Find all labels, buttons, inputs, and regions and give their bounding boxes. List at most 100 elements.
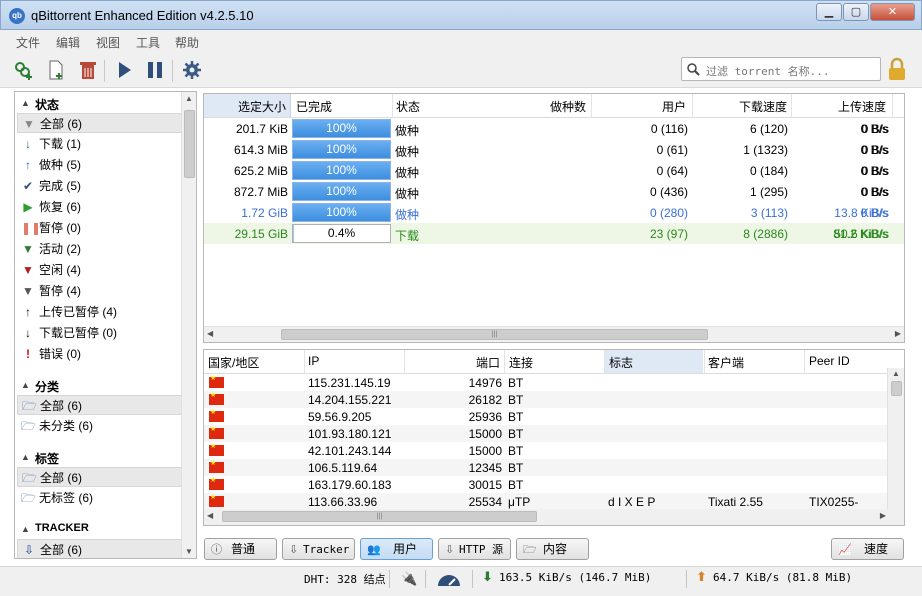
scroll-thumb[interactable] [184,110,195,178]
peers-hscrollbar[interactable]: ◀ ||| ▶ [204,509,904,525]
scroll-thumb[interactable] [891,381,902,396]
close-button[interactable]: ✕ [870,3,915,21]
status-item-all[interactable]: ▼ 全部 (6) [17,113,183,133]
peer-row[interactable]: 14.204.155.221 26182 BT [204,391,887,408]
peer-row[interactable]: 59.56.9.205 25936 BT [204,408,887,425]
menu-tools[interactable]: 工具 [136,34,160,51]
pause-icon[interactable] [143,58,167,82]
status-item-downloading[interactable]: ↓ 下载 (1) [17,134,183,154]
peer-row[interactable]: 106.5.119.64 12345 BT [204,459,887,476]
col-header-state[interactable]: 状态 [396,98,420,115]
col-header-client[interactable]: 客户端 [708,354,744,371]
connection-status-icon[interactable]: 🔌 [401,571,417,587]
tag-item-all[interactable]: 🗁 全部 (6) [17,467,183,487]
filter-sidebar: ▲ 状态 ▼ 全部 (6) ↓ 下载 (1) ↑ 做种 (5) ✔ 完成 (5) ▶ 恢复… [14,91,197,559]
delete-icon[interactable] [76,58,100,82]
tab-general[interactable]: ⓘ 普通 [204,538,277,560]
peer-row[interactable]: 42.101.243.144 15000 BT [204,442,887,459]
col-header-ul-speed[interactable]: 上传速度 [838,98,886,115]
scroll-up-icon[interactable]: ▲ [185,94,193,103]
sidebar-scrollbar[interactable]: ▲ ▼ [181,92,196,558]
col-header-progress[interactable]: 已完成 [296,98,332,115]
status-item-errored[interactable]: ! 错误 (0) [17,344,183,364]
peer-row[interactable]: 115.231.145.19 14976 BT [204,374,887,391]
folder-icon: 🗁 [22,399,37,413]
torrent-row[interactable]: 625.2 MiB 做种 0 (64) 0 (184) 0 B/s 0 B/s 100% [204,160,904,181]
peer-connection: BT [508,393,524,407]
menu-help[interactable]: 帮助 [175,34,199,51]
peer-id: TIX0255- [809,495,859,509]
col-header-seeds[interactable]: 做种数 [550,98,586,115]
collapse-tags-icon[interactable]: ▲ [21,452,30,462]
status-item-inactive[interactable]: ▼ 空闲 (4) [17,260,183,280]
download-rate[interactable]: 163.5 KiB/s (146.7 MiB) [499,571,651,584]
menu-file[interactable]: 文件 [16,34,40,51]
settings-gear-icon[interactable] [180,58,204,82]
col-header-peer-id[interactable]: Peer ID [809,354,850,368]
peer-row[interactable]: 163.179.60.183 30015 BT [204,476,887,493]
search-input[interactable]: 过滤 torrent 名称... [706,63,829,79]
peer-row[interactable]: 113.66.33.96 25534 μTP d I X E P Tixati 2.55… [204,493,887,510]
status-item-seeding[interactable]: ↑ 做种 (5) [17,155,183,175]
scroll-thumb[interactable]: ||| [281,329,708,340]
torrent-row[interactable]: 872.7 MiB 做种 0 (436) 1 (295) 0 B/s 0 B/s 100% [204,181,904,202]
col-header-flags[interactable]: 标志 [609,354,633,371]
category-item-uncategorized[interactable]: 🗁 未分类 (6) [17,416,183,436]
torrent-row[interactable]: 614.3 MiB 做种 0 (61) 1 (1323) 0 B/s 0 B/s 100% [204,139,904,160]
arrow-down-icon: ↓ [25,326,31,340]
col-header-ip[interactable]: IP [308,354,319,368]
col-header-connection[interactable]: 连接 [509,354,533,371]
torrent-row[interactable]: 1.72 GiB 做种 0 (280) 3 (113) 0 B/s 13.8 KiB/s 1… [204,202,904,223]
status-item-active[interactable]: ▼ 活动 (2) [17,239,183,259]
torrent-row[interactable]: 201.7 KiB 做种 0 (116) 6 (120) 0 B/s 0 B/s 100% [204,118,904,139]
peers-vscrollbar[interactable]: ▲ [887,368,904,509]
scroll-thumb[interactable]: ||| [222,511,537,522]
maximize-button[interactable]: ▢ [843,3,869,21]
col-header-size[interactable]: 选定大小 [238,98,286,115]
status-item-stalled-uploading[interactable]: ↑ 上传已暂停 (4) [17,302,183,322]
scroll-up-icon[interactable]: ▲ [892,369,900,378]
status-item-stalled[interactable]: ▼ 暂停 (4) [17,281,183,301]
search-box[interactable]: 过滤 torrent 名称... [681,57,881,81]
lock-icon[interactable] [886,57,908,81]
alt-speed-limit-icon[interactable] [436,572,462,587]
tab-http-sources[interactable]: ⇩ HTTP 源 [438,538,511,560]
tab-trackers[interactable]: ⇩ Tracker [282,538,355,560]
status-item-paused[interactable]: ❚❚ 暂停 (0) [17,218,183,238]
tab-content[interactable]: 🗁 内容 [516,538,589,560]
collapse-status-icon[interactable]: ▲ [21,98,30,108]
torrent-row[interactable]: 29.15 GiB 下载 23 (97) 8 (2886) 81.2 KiB/s 50.6… [204,223,904,244]
resume-icon[interactable] [112,58,136,82]
tracker-item-all[interactable]: ⇩ 全部 (6) [17,539,183,558]
speed-button[interactable]: 📈 速度 [831,538,904,560]
menu-edit[interactable]: 编辑 [56,34,80,51]
col-header-dl-speed[interactable]: 下载速度 [739,98,787,115]
app-icon: qb [9,8,25,24]
torrent-table-hscrollbar[interactable]: ◀ ||| ▶ [204,326,904,342]
col-header-port[interactable]: 端口 [476,354,500,371]
category-item-all[interactable]: 🗁 全部 (6) [17,395,183,415]
peer-ip: 59.56.9.205 [308,410,372,424]
status-item-stalled-downloading[interactable]: ↓ 下载已暂停 (0) [17,323,183,343]
col-header-peers[interactable]: 用户 [662,98,686,115]
tab-peers[interactable]: 👥 用户 [360,538,433,560]
add-torrent-file-icon[interactable] [44,58,68,82]
menu-view[interactable]: 视图 [96,34,120,51]
scroll-right-icon[interactable]: ▶ [895,329,901,338]
col-header-country[interactable]: 国家/地区 [208,354,259,371]
peer-row[interactable]: 101.93.180.121 15000 BT [204,425,887,442]
torrent-state: 做种 [395,145,420,159]
scroll-down-icon[interactable]: ▼ [185,547,193,556]
scroll-left-icon[interactable]: ◀ [207,511,213,520]
scroll-right-icon[interactable]: ▶ [880,511,886,520]
tag-item-untagged[interactable]: 🗁 无标签 (6) [17,488,183,508]
upload-rate[interactable]: 64.7 KiB/s (81.8 MiB) [713,571,852,584]
torrent-ul-speed: 0 B/s [861,122,889,136]
collapse-category-icon[interactable]: ▲ [21,380,30,390]
add-link-icon[interactable] [12,58,36,82]
collapse-tracker-icon[interactable]: ▲ [21,524,30,534]
minimize-button[interactable]: ▁ [816,3,842,21]
status-item-resumed[interactable]: ▶ 恢复 (6) [17,197,183,217]
status-item-completed[interactable]: ✔ 完成 (5) [17,176,183,196]
scroll-left-icon[interactable]: ◀ [207,329,213,338]
